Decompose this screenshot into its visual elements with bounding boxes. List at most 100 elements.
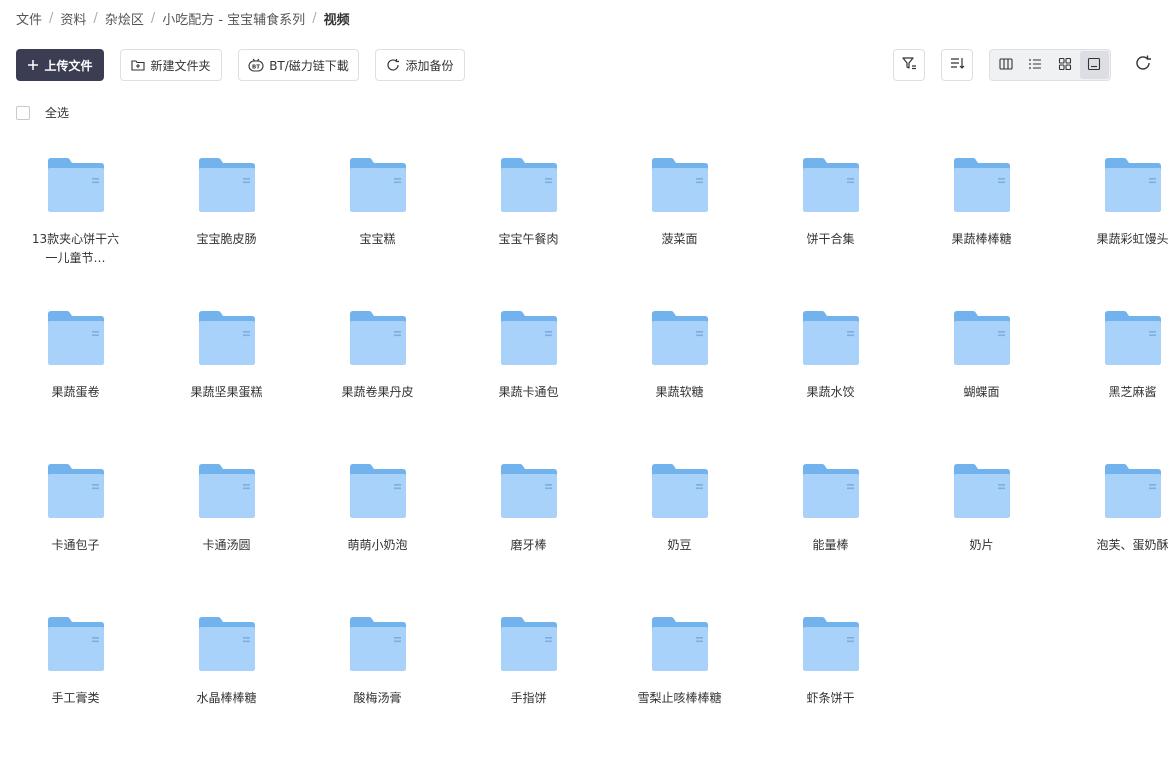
folder-item[interactable]: 黑芝麻酱 [1057,298,1170,451]
folder-item[interactable]: 卡通包子 [0,451,151,604]
column-view-button[interactable] [991,51,1021,79]
folder-icon [952,157,1012,213]
folder-icon [801,157,861,213]
new-folder-button[interactable]: 新建文件夹 [120,49,222,81]
list-view-icon [1028,56,1042,75]
folder-icon [499,310,559,366]
folder-icon [348,616,408,672]
breadcrumb-item-files[interactable]: 文件 [16,9,42,28]
new-folder-icon [131,59,145,71]
breadcrumb-separator: / [93,11,97,26]
sort-button[interactable] [941,49,973,81]
folder-item[interactable]: 果蔬蛋卷 [0,298,151,451]
folder-item[interactable]: 果蔬棒棒糖 [906,145,1057,298]
folder-name: 萌萌小奶泡 [331,536,425,555]
bt-icon: BT [248,58,264,72]
folder-name: 果蔬水饺 [784,383,878,402]
folder-item[interactable]: 果蔬彩虹馒头 [1057,145,1170,298]
folder-name: 能量棒 [784,536,878,555]
breadcrumb-separator: / [151,11,155,26]
folder-icon [952,310,1012,366]
folder-item[interactable]: 果蔬坚果蛋糕 [151,298,302,451]
folder-name: 果蔬卷果丹皮 [331,383,425,402]
large-view-icon [1087,56,1101,75]
folder-icon [46,616,106,672]
breadcrumb-separator: / [49,11,53,26]
folder-item[interactable]: 果蔬水饺 [755,298,906,451]
folder-icon [650,310,710,366]
folder-name: 果蔬彩虹馒头 [1086,230,1170,249]
folder-name: 宝宝脆皮肠 [180,230,274,249]
filter-button[interactable] [893,49,925,81]
folder-item[interactable]: 虾条饼干 [755,604,906,757]
folder-name: 宝宝午餐肉 [482,230,576,249]
breadcrumb-item-materials[interactable]: 资料 [60,9,86,28]
select-all[interactable]: 全选 [16,104,69,121]
folder-icon [348,463,408,519]
svg-text:BT: BT [252,65,260,71]
folder-name: 果蔬软糖 [633,383,727,402]
folder-item[interactable]: 奶豆 [604,451,755,604]
folder-name: 果蔬坚果蛋糕 [180,383,274,402]
column-view-icon [999,56,1013,75]
folder-icon [801,310,861,366]
folder-item[interactable]: 手指饼 [453,604,604,757]
folder-name: 奶片 [935,536,1029,555]
folder-item[interactable]: 手工膏类 [0,604,151,757]
folder-name: 手指饼 [482,689,576,708]
folder-name: 宝宝糕 [331,230,425,249]
sort-icon [949,55,965,75]
folder-icon [499,463,559,519]
folder-item[interactable]: 13款夹心饼干六一儿童节… [0,145,151,298]
list-view-button[interactable] [1021,51,1051,79]
folder-item[interactable]: 果蔬软糖 [604,298,755,451]
folder-item[interactable]: 宝宝脆皮肠 [151,145,302,298]
view-mode-group [989,49,1111,81]
folder-item[interactable]: 宝宝午餐肉 [453,145,604,298]
breadcrumb-item-misc[interactable]: 杂烩区 [105,9,144,28]
folder-icon [1103,310,1163,366]
folder-name: 果蔬卡通包 [482,383,576,402]
add-backup-button[interactable]: 添加备份 [375,49,465,81]
folder-icon [801,463,861,519]
folder-name: 酸梅汤膏 [331,689,425,708]
folder-item[interactable]: 萌萌小奶泡 [302,451,453,604]
folder-item[interactable]: 雪梨止咳棒棒糖 [604,604,755,757]
filter-icon [901,55,917,75]
folder-name: 果蔬棒棒糖 [935,230,1029,249]
folder-icon [1103,157,1163,213]
folder-grid: 13款夹心饼干六一儿童节…宝宝脆皮肠宝宝糕宝宝午餐肉菠菜面饼干合集果蔬棒棒糖果蔬… [0,145,1170,757]
folder-item[interactable]: 酸梅汤膏 [302,604,453,757]
folder-item[interactable]: 泡芙、蛋奶酥 [1057,451,1170,604]
reload-button[interactable] [1131,53,1155,77]
folder-item[interactable]: 奶片 [906,451,1057,604]
bt-download-button[interactable]: BT BT/磁力链下載 [238,49,359,81]
select-all-label: 全选 [45,104,69,121]
folder-item[interactable]: 宝宝糕 [302,145,453,298]
folder-icon [650,463,710,519]
folder-name: 虾条饼干 [784,689,878,708]
folder-name: 蝴蝶面 [935,383,1029,402]
grid-view-button[interactable] [1050,51,1080,79]
folder-item[interactable]: 菠菜面 [604,145,755,298]
folder-icon [197,157,257,213]
folder-name: 泡芙、蛋奶酥 [1086,536,1170,555]
folder-icon [46,463,106,519]
folder-icon [1103,463,1163,519]
folder-item[interactable]: 果蔬卷果丹皮 [302,298,453,451]
large-view-button[interactable] [1080,51,1110,79]
folder-item[interactable]: 磨牙棒 [453,451,604,604]
folder-icon [650,157,710,213]
upload-button[interactable]: 上传文件 [16,49,104,81]
folder-item[interactable]: 果蔬卡通包 [453,298,604,451]
folder-item[interactable]: 水晶棒棒糖 [151,604,302,757]
folder-name: 卡通包子 [29,536,123,555]
folder-item[interactable]: 卡通汤圆 [151,451,302,604]
folder-item[interactable]: 蝴蝶面 [906,298,1057,451]
breadcrumb-item-snack-recipes[interactable]: 小吃配方 - 宝宝辅食系列 [162,9,305,28]
select-all-checkbox[interactable] [16,106,30,120]
folder-item[interactable]: 饼干合集 [755,145,906,298]
breadcrumb-separator: / [312,11,316,26]
folder-item[interactable]: 能量棒 [755,451,906,604]
upload-label: 上传文件 [44,57,92,74]
